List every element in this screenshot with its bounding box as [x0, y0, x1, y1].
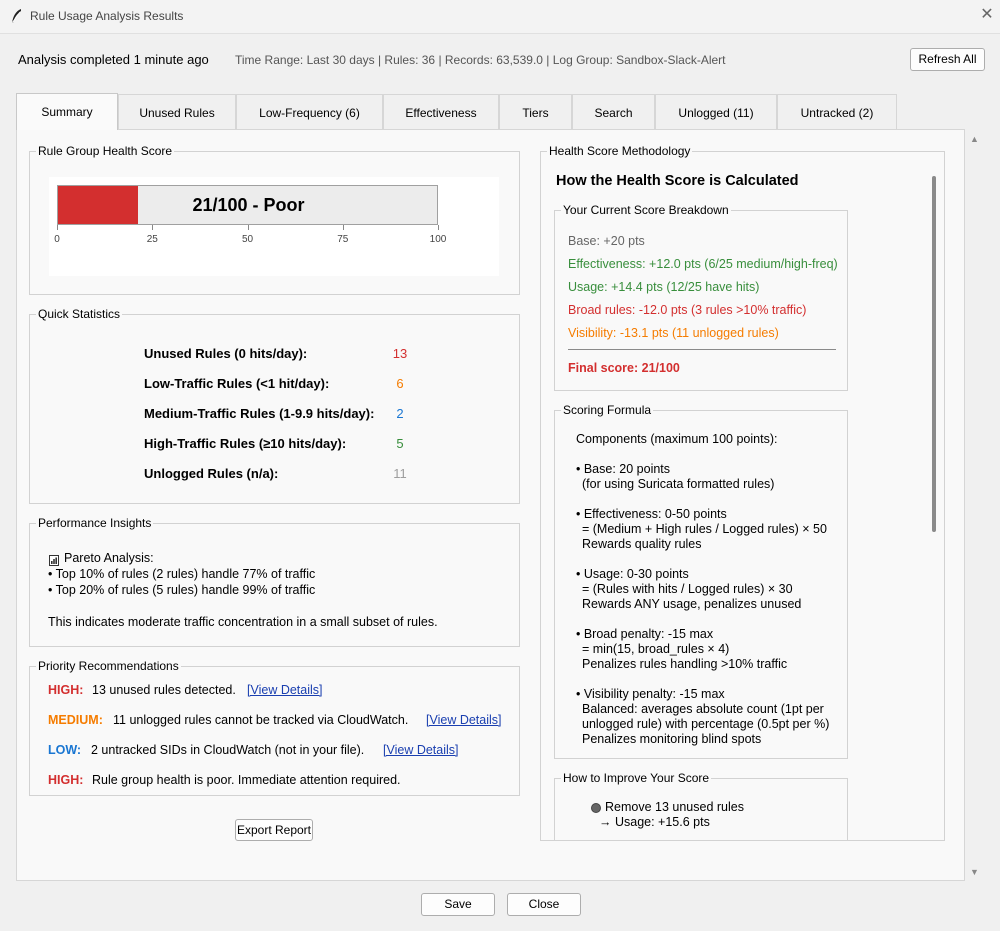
rec-severity-1: HIGH: [48, 683, 84, 697]
tab-untracked[interactable]: Untracked (2) [777, 94, 897, 129]
pareto-line-2: • Top 20% of rules (5 rules) handle 99% … [48, 583, 316, 597]
stat-value-low: 6 [396, 376, 404, 391]
methodology-scrollbar-thumb[interactable] [932, 176, 936, 532]
breakdown-effectiveness: Effectiveness: +12.0 pts (6/25 medium/hi… [568, 257, 838, 271]
rec-severity-4: HIGH: [48, 773, 84, 787]
chart-icon [49, 555, 59, 566]
formula-effectiveness-eq: = (Medium + High rules / Logged rules) ×… [582, 522, 827, 536]
rec-text-4: Rule group health is poor. Immediate att… [92, 773, 401, 787]
window-title: Rule Usage Analysis Results [30, 9, 184, 23]
gauge-tick-label: 50 [241, 234, 254, 245]
performance-insights-title: Performance Insights [36, 516, 154, 530]
tab-tiers[interactable]: Tiers [499, 94, 572, 129]
stat-value-unlogged: 11 [393, 466, 407, 481]
stat-value-medium: 2 [396, 406, 404, 421]
save-button[interactable]: Save [421, 893, 495, 916]
bullet-circle-icon [591, 803, 601, 813]
breakdown-base: Base: +20 pts [568, 234, 645, 248]
formula-broad-desc: Penalizes rules handling >10% traffic [582, 657, 788, 671]
stat-label-unused: Unused Rules (0 hits/day): [144, 346, 308, 361]
formula-visibility-line-1: Balanced: averages absolute count (1pt p… [582, 702, 824, 716]
rec-view-details-link-3[interactable]: [View Details] [383, 743, 459, 757]
analysis-status: Analysis completed 1 minute ago [18, 52, 209, 67]
breakdown-divider [568, 349, 836, 350]
title-bar: Rule Usage Analysis Results ✕ [0, 0, 1000, 34]
gauge-tick-label: 25 [146, 234, 158, 245]
rec-severity-3: LOW: [48, 743, 82, 757]
rec-view-details-link-2[interactable]: [View Details] [426, 713, 502, 727]
pareto-note: This indicates moderate traffic concentr… [48, 615, 438, 629]
formula-intro: Components (maximum 100 points): [576, 432, 778, 446]
tab-unused-rules[interactable]: Unused Rules [118, 94, 236, 129]
gauge-tick-label: 0 [54, 234, 60, 245]
stat-value-unused: 13 [392, 346, 408, 361]
tab-summary[interactable]: Summary [16, 93, 118, 130]
pareto-heading: Pareto Analysis: [64, 551, 154, 565]
breakdown-visibility: Visibility: -13.1 pts (11 unlogged rules… [568, 326, 779, 340]
formula-usage: • Usage: 0-30 points [576, 567, 689, 581]
stat-label-unlogged: Unlogged Rules (n/a): [144, 466, 279, 481]
close-icon[interactable]: ✕ [977, 5, 997, 25]
methodology-title: Health Score Methodology [547, 144, 693, 158]
formula-base-desc: (for using Suricata formatted rules) [582, 477, 775, 491]
scroll-down-icon[interactable]: ▼ [970, 867, 979, 877]
formula-visibility-desc: Penalizes monitoring blind spots [582, 732, 762, 746]
breakdown-usage: Usage: +14.4 pts (12/25 have hits) [568, 280, 760, 294]
gauge-tick-label: 75 [337, 234, 349, 245]
scoring-formula-title: Scoring Formula [561, 403, 654, 417]
gauge-tick [342, 225, 344, 230]
tab-low-frequency[interactable]: Low-Frequency (6) [236, 94, 383, 129]
formula-base: • Base: 20 points [576, 462, 671, 476]
gauge-tick [152, 225, 154, 230]
health-score-title: Rule Group Health Score [36, 144, 175, 158]
formula-broad-eq: = min(15, broad_rules × 4) [582, 642, 730, 656]
tab-unlogged[interactable]: Unlogged (11) [655, 94, 777, 129]
formula-effectiveness-desc: Rewards quality rules [582, 537, 702, 551]
recommendations-title: Priority Recommendations [36, 659, 181, 673]
rec-text-3: 2 untracked SIDs in CloudWatch (not in y… [91, 743, 365, 757]
tab-search[interactable]: Search [572, 94, 655, 129]
formula-effectiveness: • Effectiveness: 0-50 points [576, 507, 727, 521]
improve-item: Remove 13 unused rules [605, 800, 744, 814]
formula-visibility-line-2: unlogged rule) with percentage (0.5pt pe… [582, 717, 830, 731]
rec-severity-2: MEDIUM: [48, 713, 103, 727]
tab-effectiveness[interactable]: Effectiveness [383, 94, 499, 129]
rec-text-2: 11 unlogged rules cannot be tracked via … [113, 713, 409, 727]
formula-broad: • Broad penalty: -15 max [576, 627, 714, 641]
breakdown-broad-rules: Broad rules: -12.0 pts (3 rules >10% tra… [568, 303, 807, 317]
health-gauge-track: 21/100 - Poor [57, 185, 438, 225]
formula-usage-desc: Rewards ANY usage, penalizes unused [582, 597, 802, 611]
close-button[interactable]: Close [507, 893, 581, 916]
formula-visibility: • Visibility penalty: -15 max [576, 687, 725, 701]
methodology-heading: How the Health Score is Calculated [556, 173, 799, 189]
refresh-all-button[interactable]: Refresh All [910, 48, 985, 71]
final-score: Final score: 21/100 [568, 361, 680, 375]
gauge-tick [57, 225, 58, 230]
score-breakdown-title: Your Current Score Breakdown [561, 203, 731, 217]
analysis-info: Time Range: Last 30 days | Rules: 36 | R… [235, 53, 726, 67]
feather-icon [10, 8, 26, 24]
health-score-label: 21/100 - Poor [192, 195, 305, 215]
improve-score-title: How to Improve Your Score [561, 771, 712, 785]
panel-scrollbar[interactable]: ▲ ▼ [966, 129, 984, 881]
scroll-up-icon[interactable]: ▲ [970, 134, 979, 144]
stat-label-medium: Medium-Traffic Rules (1-9.9 hits/day): [144, 406, 375, 421]
formula-usage-eq: = (Rules with hits / Logged rules) × 30 [582, 582, 793, 596]
stat-label-high: High-Traffic Rules (≥10 hits/day): [144, 436, 347, 451]
gauge-tick [247, 225, 249, 230]
rec-view-details-link-1[interactable]: [View Details] [247, 683, 323, 697]
rec-text-1: 13 unused rules detected. [92, 683, 236, 697]
export-report-button[interactable]: Export Report [235, 819, 313, 841]
stat-label-low: Low-Traffic Rules (<1 hit/day): [144, 376, 330, 391]
gauge-tick [438, 225, 439, 230]
gauge-tick-label: 100 [429, 234, 447, 245]
quick-stats-title: Quick Statistics [36, 307, 123, 321]
pareto-line-1: • Top 10% of rules (2 rules) handle 77% … [48, 567, 316, 581]
stat-value-high: 5 [396, 436, 404, 451]
improve-item-detail: → Usage: +15.6 pts [599, 815, 710, 829]
